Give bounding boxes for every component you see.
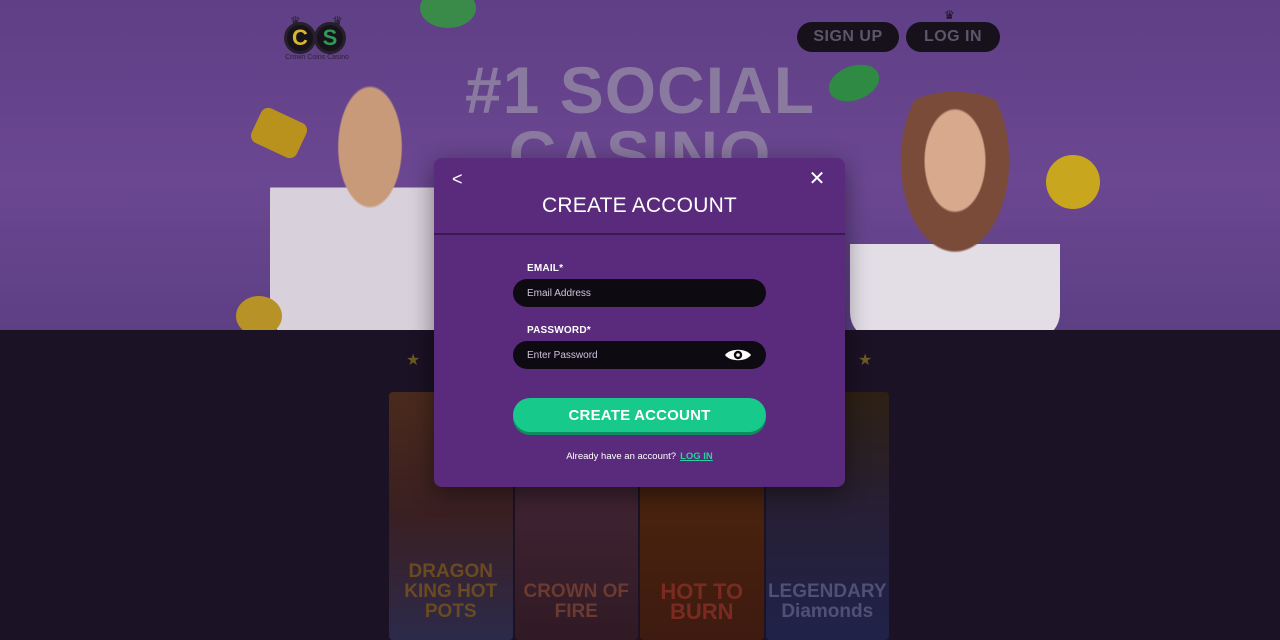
create-account-modal: < ✕ CREATE ACCOUNT EMAIL* PASSWORD* CREA… xyxy=(434,158,845,487)
hero-title-line1: #1 SOCIAL xyxy=(464,53,816,127)
create-account-button[interactable]: CREATE ACCOUNT xyxy=(513,398,766,432)
signup-button[interactable]: SIGN UP xyxy=(797,22,899,52)
game-title: DRAGON KING HOT POTS xyxy=(404,561,498,622)
eye-icon[interactable] xyxy=(724,347,752,363)
login-prompt-text: Already have an account? xyxy=(566,451,677,462)
star-icon: ★ xyxy=(858,352,873,369)
crown-icon: ♛ xyxy=(332,14,343,28)
modal-title: CREATE ACCOUNT xyxy=(542,194,737,217)
logo-tagline: Crown Coins Casino xyxy=(285,54,349,61)
login-prompt: Already have an account? LOG IN xyxy=(434,451,845,462)
coin-decoration xyxy=(236,296,282,330)
email-field[interactable] xyxy=(513,279,766,307)
close-button[interactable]: ✕ xyxy=(807,168,827,190)
chevron-left-icon: < xyxy=(452,169,463,189)
divider xyxy=(434,233,845,235)
game-title: HOT TO BURN xyxy=(660,579,744,624)
crown-icon: ♛ xyxy=(944,8,955,22)
site-logo[interactable]: C S ♛ ♛ Crown Coins Casino xyxy=(280,10,352,64)
email-label: EMAIL* xyxy=(527,263,564,274)
login-button[interactable]: LOG IN xyxy=(906,22,1000,52)
login-link[interactable]: LOG IN xyxy=(680,451,713,462)
logo-mark: C S ♛ ♛ xyxy=(284,14,348,54)
crown-icon: ♛ xyxy=(290,14,301,28)
star-icon: ★ xyxy=(406,352,421,369)
game-title: LEGENDARY Diamonds xyxy=(767,581,887,622)
password-label: PASSWORD* xyxy=(527,325,591,336)
back-button[interactable]: < xyxy=(452,168,472,190)
coin-decoration xyxy=(420,0,476,28)
close-icon: ✕ xyxy=(808,168,826,190)
game-title: CROWN OF FIRE xyxy=(523,581,630,622)
